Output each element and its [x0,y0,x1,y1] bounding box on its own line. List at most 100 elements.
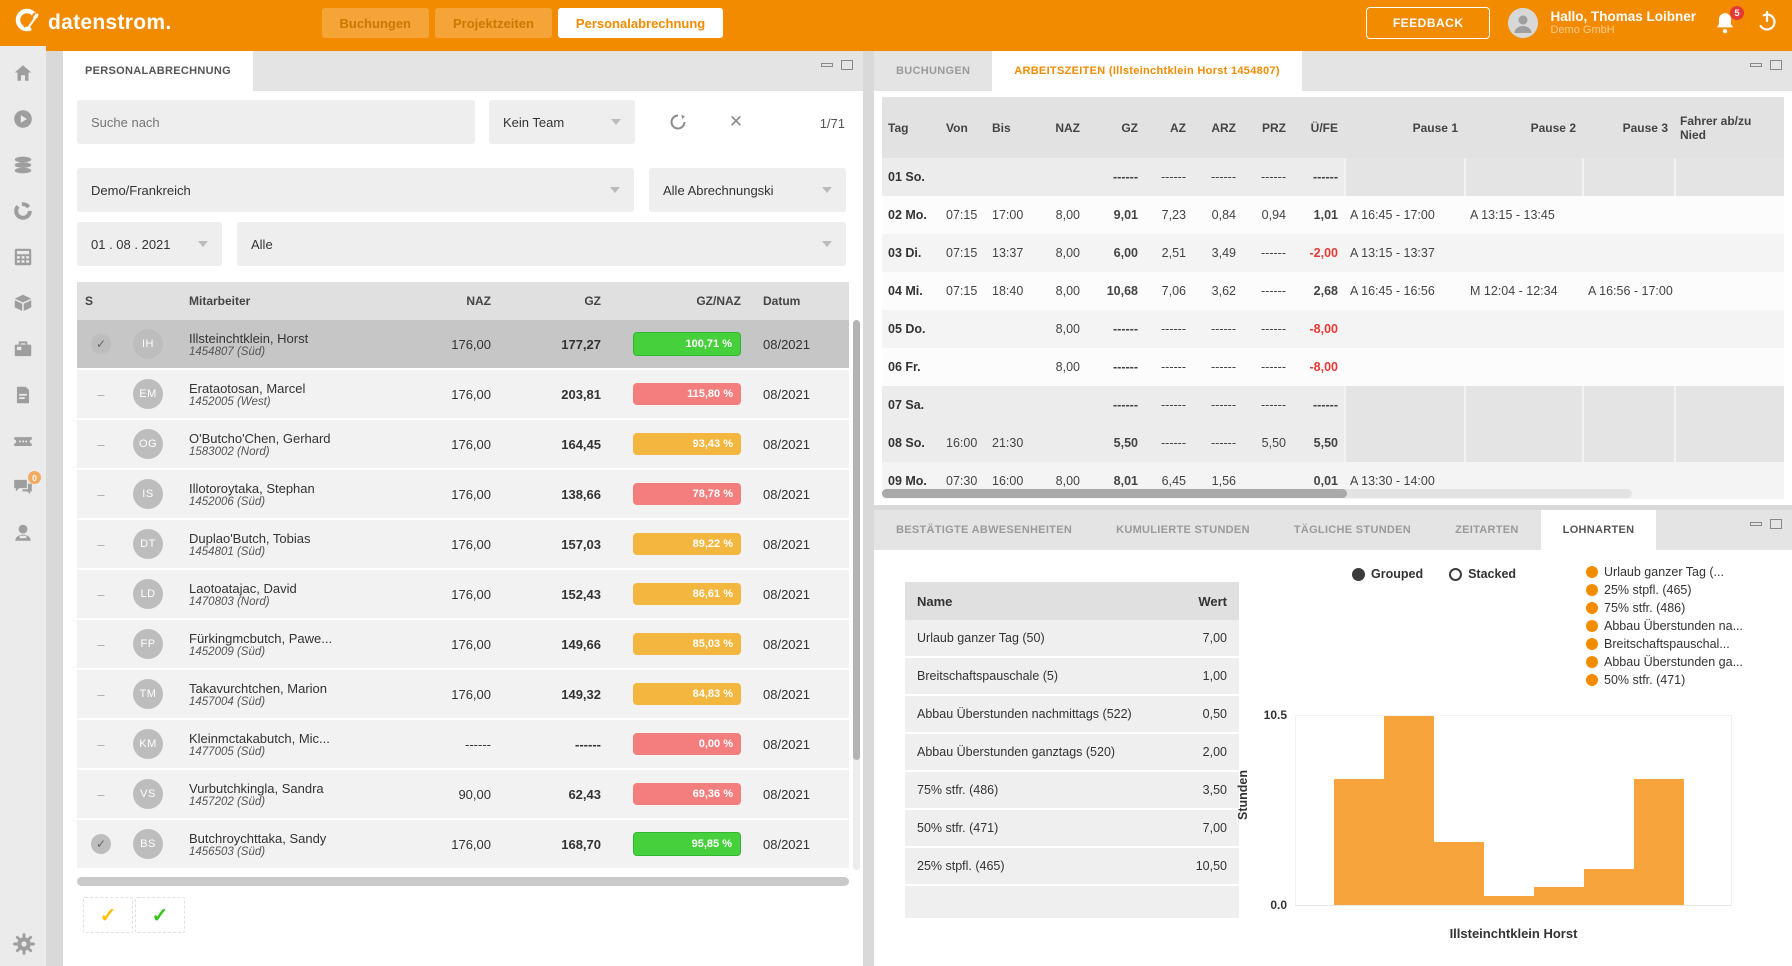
table-row[interactable]: FP Fürkingmcbutch, Pawe... 1452009 (Süd)… [77,620,849,670]
refresh-button[interactable] [665,109,691,135]
briefcase-icon[interactable] [12,338,34,360]
legend-item[interactable]: Urlaub ganzer Tag (... [1586,565,1743,579]
table-row[interactable]: BS Butchroychttaka, Sandy 1456503 (Süd) … [77,820,849,870]
chart-bar[interactable] [1484,896,1534,905]
table-row[interactable]: 01 So. ------ ------ ------ ------ -----… [882,158,1784,196]
table-row[interactable]: LD Laotoatajac, David 1470803 (Nord) 176… [77,570,849,620]
table-row[interactable]: OG O'Butcho'Chen, Gerhard 1583002 (Nord)… [77,420,849,470]
close-icon[interactable]: ✕ [723,109,749,135]
stacked-radio[interactable]: Stacked [1449,567,1516,581]
col-gz[interactable]: GZ [499,294,609,308]
table-row[interactable]: 03 Di. 07:15 13:37 8,00 6,00 2,51 3,49 -… [882,234,1784,272]
table-row[interactable]: 08 So. 16:00 21:30 5,50 ------ ------ 5,… [882,424,1784,462]
chart-bar[interactable] [1384,716,1434,905]
table-row[interactable]: 05 Do. 8,00 ------ ------ ------ ------ … [882,310,1784,348]
main-nav-tab[interactable]: Personalabrechnung [558,8,723,38]
search-input[interactable] [91,115,461,130]
legend-item[interactable]: Abbau Überstunden na... [1586,619,1743,633]
right-bottom-tab[interactable]: TÄGLICHE STUNDEN [1272,510,1433,550]
legend-item[interactable]: 25% stpfl. (465) [1586,583,1743,597]
donut-chart-icon[interactable] [12,200,34,222]
right-bottom-tab[interactable]: BESTÄTIGTE ABWESENHEITEN [874,510,1094,550]
home-icon[interactable] [12,62,34,84]
notifications-button[interactable]: 5 [1714,11,1738,35]
expand-icon[interactable] [841,60,853,70]
table-row[interactable]: 06 Fr. 8,00 ------ ------ ------ ------ … [882,348,1784,386]
col-von[interactable]: Von [940,121,986,135]
grouped-radio[interactable]: Grouped [1352,567,1423,581]
package-icon[interactable] [12,292,34,314]
table-row[interactable]: Urlaub ganzer Tag (50) 7,00 [905,620,1239,658]
table-row[interactable]: 07 Sa. ------ ------ ------ ------ -----… [882,386,1784,424]
col-s[interactable]: S [77,294,125,308]
col-gznaz[interactable]: GZ/NAZ [609,294,749,308]
col-wert[interactable]: Wert [1159,594,1239,609]
table-row[interactable]: EM Erataotosan, Marcel 1452005 (West) 17… [77,370,849,420]
col-tag[interactable]: Tag [882,121,940,135]
col-name[interactable]: Name [905,594,1159,609]
row-select-mark[interactable] [91,734,111,754]
row-select-mark[interactable] [91,384,111,404]
col-gz[interactable]: GZ [1086,121,1144,135]
logout-button[interactable] [1756,10,1778,37]
database-icon[interactable] [12,154,34,176]
table-row[interactable]: 50% stfr. (471) 7,00 [905,810,1239,848]
legend-item[interactable]: 50% stfr. (471) [1586,673,1743,687]
row-select-mark[interactable] [91,634,111,654]
table-row[interactable]: Abbau Überstunden nachmittags (522) 0,50 [905,696,1239,734]
calculator-icon[interactable] [12,246,34,268]
table-row[interactable]: KM Kleinmctakabutch, Mic... 1477005 (Süd… [77,720,849,770]
row-select-mark[interactable] [91,434,111,454]
table-row[interactable]: 02 Mo. 07:15 17:00 8,00 9,01 7,23 0,84 0… [882,196,1784,234]
horizontal-scrollbar[interactable] [882,489,1632,498]
chat-icon[interactable]: 0 [12,476,34,498]
billing-filter-select[interactable]: Alle Abrechnungski [649,168,846,212]
col-prz[interactable]: PRZ [1242,121,1292,135]
table-row[interactable]: TM Takavurchtchen, Marion 1457004 (Süd) … [77,670,849,720]
col-arz[interactable]: ARZ [1192,121,1242,135]
gear-icon[interactable] [12,932,34,954]
right-bottom-tab[interactable]: ZEITARTEN [1433,510,1541,550]
col-naz[interactable]: NAZ [1034,121,1086,135]
right-top-tab[interactable]: BUCHUNGEN [874,51,992,91]
col-fahrer[interactable]: Fahrer ab/zu Nied [1674,114,1784,142]
main-nav-tab[interactable]: Buchungen [322,8,430,38]
table-row[interactable]: DT Duplao'Butch, Tobias 1454801 (Süd) 17… [77,520,849,570]
table-row[interactable]: 04 Mi. 07:15 18:40 8,00 10,68 7,06 3,62 … [882,272,1784,310]
table-row[interactable]: 25% stpfl. (465) 10,50 [905,848,1239,886]
play-icon[interactable] [12,108,34,130]
row-select-mark[interactable] [91,484,111,504]
date-filter-select[interactable]: 01 . 08 . 2021 [77,222,222,266]
right-top-tab[interactable]: ARBEITSZEITEN (Illsteinchtklein Horst 14… [992,51,1302,91]
user-icon[interactable] [12,522,34,544]
chart-bar[interactable] [1434,842,1484,905]
search-field[interactable] [77,100,475,144]
avatar[interactable] [1508,8,1538,38]
col-mitarbeiter[interactable]: Mitarbeiter [181,294,399,308]
collapse-icon[interactable] [821,63,833,67]
team-filter-select[interactable]: Kein Team [489,100,635,144]
approve-button[interactable]: ✓ [135,897,185,933]
table-row[interactable]: IH Illsteinchtklein, Horst 1454807 (Süd)… [77,320,849,370]
row-select-mark[interactable] [91,784,111,804]
type-filter-select[interactable]: Alle [237,222,846,266]
col-pause3[interactable]: Pause 3 [1582,121,1674,135]
col-az[interactable]: AZ [1144,121,1192,135]
table-row[interactable]: IS Illotoroytaka, Stephan 1452006 (Süd) … [77,470,849,520]
chart-bar[interactable] [1334,779,1384,905]
row-select-mark[interactable] [91,834,111,854]
legend-item[interactable]: Breitschaftspauschal... [1586,637,1743,651]
horizontal-scrollbar[interactable] [77,877,849,886]
expand-icon[interactable] [1770,519,1782,529]
table-row[interactable]: 75% stfr. (486) 3,50 [905,772,1239,810]
org-filter-select[interactable]: Demo/Frankreich [77,168,634,212]
collapse-icon[interactable] [1750,522,1762,526]
ticket-icon[interactable] [12,430,34,452]
document-icon[interactable] [12,384,34,406]
chart-bar[interactable] [1584,869,1634,905]
legend-item[interactable]: Abbau Überstunden ga... [1586,655,1743,669]
feedback-button[interactable]: FEEDBACK [1366,7,1491,39]
col-naz[interactable]: NAZ [399,294,499,308]
col-datum[interactable]: Datum [749,294,849,308]
vertical-scrollbar[interactable] [853,320,860,870]
